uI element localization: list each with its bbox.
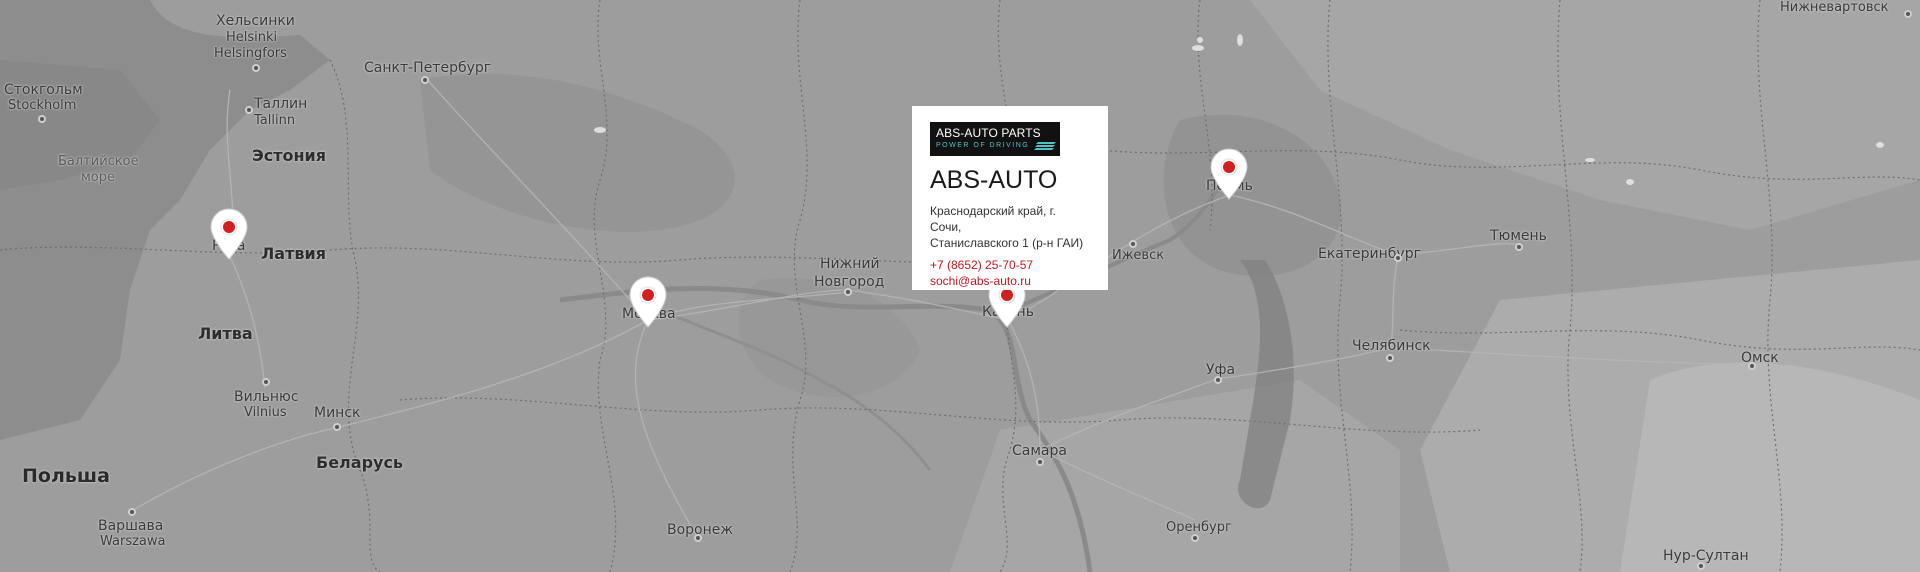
company-address: Краснодарский край, г. Сочи, Станиславск…: [930, 203, 1090, 251]
address-line-2: Станиславского 1 (р-н ГАИ): [930, 236, 1084, 250]
city-dot-vilnius: [262, 378, 270, 386]
city-dot-ekaterinburg: [1394, 254, 1402, 262]
city-dot-omsk: [1748, 362, 1756, 370]
label-tallinn-et: Tallinn: [254, 113, 296, 128]
label-warsaw-pl: Warszawa: [100, 534, 166, 549]
label-samara: Самара: [1012, 443, 1067, 459]
label-warsaw-ru: Варшава: [98, 518, 164, 534]
city-dot-spb: [421, 76, 429, 84]
map-pin-icon: [210, 208, 248, 260]
label-minsk: Минск: [314, 405, 361, 421]
label-ekaterinburg: Екатеринбург: [1318, 246, 1421, 262]
logo-subtitle: POWER OF DRIVING: [936, 142, 1030, 149]
label-izhevsk: Ижевск: [1112, 248, 1165, 263]
label-vilnius-lt: Vilnius: [244, 405, 287, 420]
label-orenburg: Оренбург: [1166, 520, 1232, 535]
label-tallinn-ru: Таллин: [254, 96, 308, 112]
map-canvas[interactable]: Хельсинки Helsinki Helsingfors Санкт-Пет…: [0, 0, 1920, 572]
city-dot-voronezh: [694, 534, 702, 542]
city-dot-samara: [1036, 458, 1044, 466]
map-marker-moscow[interactable]: [629, 276, 667, 328]
phone-link[interactable]: +7 (8652) 25-70-57: [930, 257, 1090, 273]
city-dot-minsk: [333, 423, 341, 431]
city-dot-stockholm: [38, 115, 46, 123]
label-helsinki-fi: Helsinki: [226, 30, 278, 45]
address-line-1: Краснодарский край, г. Сочи,: [930, 204, 1056, 234]
company-name: ABS-AUTO: [930, 166, 1058, 194]
city-dot-ufa: [1214, 376, 1222, 384]
label-vilnius-ru: Вильнюс: [234, 389, 299, 405]
label-stockholm-sv: Stockholm: [8, 98, 77, 113]
city-dot-tallinn: [245, 106, 253, 114]
city-dot-nizhnevartovsk: [1904, 10, 1912, 18]
label-stockholm-ru: Стокгольм: [4, 82, 83, 98]
label-omsk: Омск: [1741, 350, 1779, 366]
map-marker-riga[interactable]: [210, 208, 248, 260]
city-dot-tyumen: [1515, 243, 1523, 251]
email-link[interactable]: sochi@abs-auto.ru: [930, 273, 1090, 289]
label-ufa: Уфа: [1206, 362, 1236, 378]
logo-stripes-icon: [1034, 142, 1056, 150]
label-n-novgorod-1: Нижний: [820, 256, 880, 272]
label-baltic-sea: Балтийское море: [58, 154, 139, 185]
map-marker-perm[interactable]: [1210, 148, 1248, 200]
label-nizhnevartovsk: Нижневартовск: [1780, 0, 1889, 15]
map-pin-icon: [1210, 148, 1248, 200]
logo-title: ABS-AUTO PARTS: [936, 126, 1041, 140]
label-nur-sultan: Нур-Султан: [1663, 548, 1749, 564]
label-poland: Польша: [22, 465, 110, 487]
city-dot-warsaw: [128, 508, 136, 516]
city-dot-chelyabinsk: [1386, 354, 1394, 362]
abs-auto-logo: ABS-AUTO PARTS POWER OF DRIVING: [930, 122, 1060, 156]
dealer-info-popup: ABS-AUTO PARTS POWER OF DRIVING ABS-AUTO…: [912, 106, 1108, 290]
map-pin-icon: [629, 276, 667, 328]
label-helsinki-ru: Хельсинки: [216, 13, 295, 29]
city-dot-n-novgorod: [844, 288, 852, 296]
city-dot-nur-sultan: [1697, 562, 1705, 570]
city-dot-helsinki: [252, 64, 260, 72]
label-helsingfors: Helsingfors: [214, 46, 287, 61]
label-latvia: Латвия: [261, 244, 326, 263]
label-estonia: Эстония: [252, 146, 327, 165]
city-dot-orenburg: [1191, 534, 1199, 542]
label-lithuania: Литва: [198, 324, 253, 343]
label-spb: Санкт-Петербург: [364, 60, 492, 76]
label-tyumen: Тюмень: [1490, 228, 1547, 244]
city-dot-izhevsk: [1129, 240, 1137, 248]
label-belarus: Беларусь: [316, 453, 404, 472]
label-chelyabinsk: Челябинск: [1352, 338, 1431, 354]
